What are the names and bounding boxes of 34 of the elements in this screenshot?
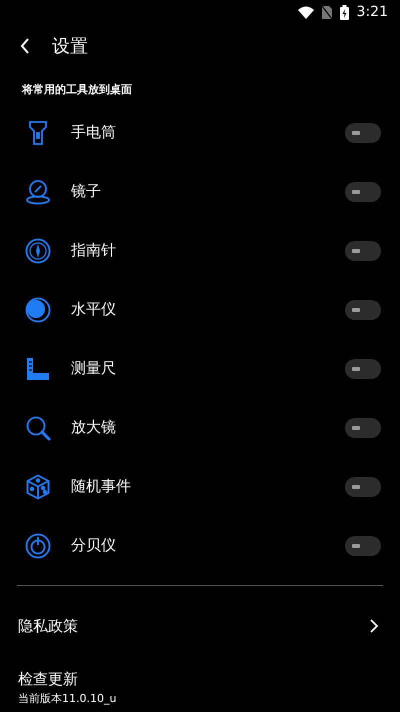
compass-icon (25, 238, 51, 264)
check-update-label[interactable]: 检查更新 (18, 670, 78, 689)
toggle-switch[interactable] (345, 240, 381, 260)
status-time: 3:21 (356, 4, 388, 20)
toggle-switch[interactable] (345, 536, 381, 556)
decibel-icon (25, 532, 51, 558)
level-icon (25, 296, 51, 322)
chevron-right-icon (370, 619, 378, 633)
tool-label: 随机事件 (71, 477, 132, 496)
tool-label: 水平仪 (71, 300, 117, 319)
privacy-policy-label: 隐私政策 (18, 616, 78, 636)
toggle-switch[interactable] (345, 418, 381, 438)
mirror-icon (25, 178, 51, 204)
wifi-icon (298, 6, 314, 18)
privacy-policy-item[interactable]: 隐私政策 (0, 586, 400, 666)
page-title: 设置 (52, 35, 88, 58)
toggle-switch[interactable] (345, 476, 381, 496)
tool-label: 测量尺 (71, 359, 117, 378)
no-sim-icon (322, 6, 332, 18)
toggle-switch[interactable] (345, 358, 381, 378)
magnifier-icon (25, 414, 51, 440)
tool-label: 手电筒 (71, 123, 117, 142)
section-title: 将常用的工具放到桌面 (22, 82, 133, 98)
tool-label: 镜子 (71, 182, 102, 201)
battery-icon (340, 4, 349, 20)
toggle-switch[interactable] (345, 122, 381, 142)
dice-icon (25, 474, 51, 500)
toggle-switch[interactable] (345, 182, 381, 202)
tool-label: 指南针 (71, 241, 117, 260)
ruler-icon (25, 356, 51, 382)
toggle-switch[interactable] (345, 300, 381, 320)
version-text: 当前版本11.0.10_u (18, 691, 116, 706)
tool-label: 分贝仪 (71, 536, 117, 555)
tool-label: 放大镜 (71, 418, 117, 437)
